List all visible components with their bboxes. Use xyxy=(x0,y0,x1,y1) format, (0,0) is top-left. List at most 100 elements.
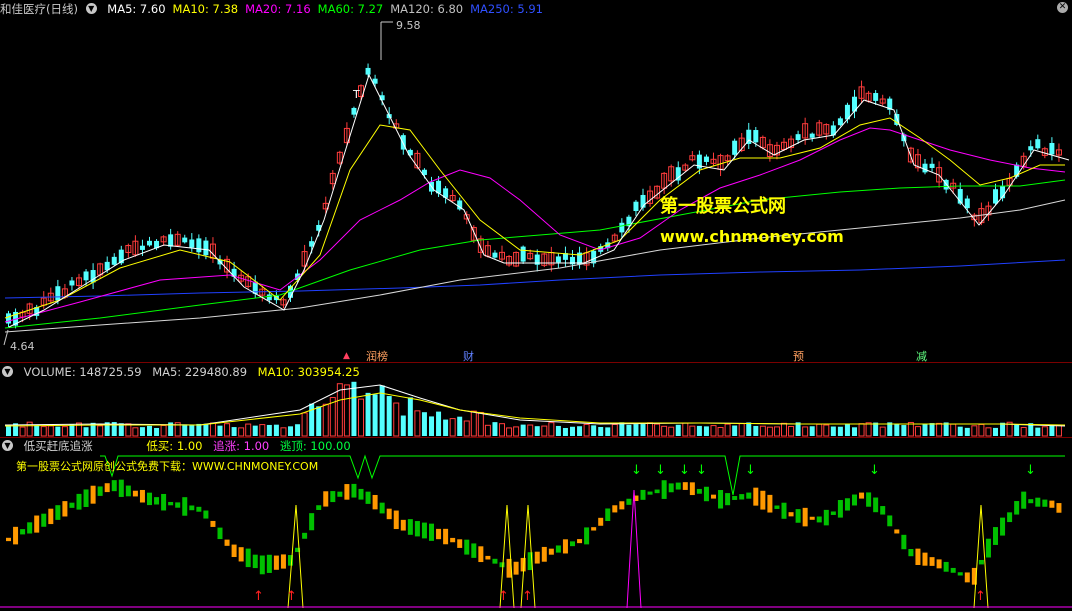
volume-bar xyxy=(647,422,654,437)
volume-bar xyxy=(661,425,668,437)
volume-bar xyxy=(429,416,434,436)
volume-bar xyxy=(436,411,442,436)
candle-body xyxy=(351,107,357,115)
indicator-bar xyxy=(584,527,590,545)
volume-bar xyxy=(936,422,943,437)
indicator-bar xyxy=(718,490,724,509)
volume-bar xyxy=(386,396,392,436)
volume-bar xyxy=(978,423,985,437)
indicator-bar xyxy=(746,492,752,499)
indicator-bar xyxy=(407,519,413,535)
volume-bar xyxy=(901,425,907,436)
indicator-bar xyxy=(485,555,491,560)
indicator-bar xyxy=(901,534,907,550)
indicator-bar xyxy=(323,491,329,507)
volume-bar xyxy=(400,415,406,436)
volume-bar xyxy=(922,423,928,436)
volume-bar xyxy=(929,423,935,436)
volume-bar xyxy=(971,425,978,437)
indicator-bar xyxy=(661,480,667,499)
indicator-bar xyxy=(344,484,350,500)
candle-body xyxy=(809,133,815,138)
chevron-down-icon[interactable]: ▼ xyxy=(2,366,13,377)
volume-bar xyxy=(343,384,350,437)
chart-canvas[interactable]: ↑ ↑ ↑ ↑ ↑ ↓ ↓ ↓ ↓ ↓ ↓ ↓ xyxy=(0,0,1072,611)
volume-bar xyxy=(985,427,992,437)
volume-bar xyxy=(147,425,152,436)
indicator-bar xyxy=(1056,503,1062,513)
volume-bar xyxy=(914,426,921,437)
indicator-bar xyxy=(118,479,124,497)
watermark-title: 第一股票公式网 xyxy=(660,196,786,217)
volume-bar xyxy=(34,424,40,436)
indicator-bar xyxy=(90,485,96,504)
volume-ma10: MA10: 303954.25 xyxy=(257,365,360,379)
volume-bar xyxy=(477,411,484,437)
down-arrow-icon: ↓ xyxy=(869,463,880,478)
indicator-bar xyxy=(513,561,519,575)
volume-bar xyxy=(196,423,202,436)
volume-bar xyxy=(964,427,970,436)
indicator-bar xyxy=(598,517,604,526)
volume-bar xyxy=(266,424,272,436)
indicator-bar xyxy=(266,554,272,573)
up-arrow-icon: ↑ xyxy=(498,589,509,604)
indicator-bar xyxy=(985,538,991,558)
volume-bar xyxy=(1000,422,1006,436)
candle-body xyxy=(520,246,526,262)
volume-bar xyxy=(788,425,795,437)
volume-bar xyxy=(583,423,590,437)
event-marker-up[interactable]: ▲ xyxy=(343,351,350,361)
volume-bar xyxy=(463,420,470,437)
chevron-down-icon[interactable]: ▼ xyxy=(2,440,13,451)
indicator-bar xyxy=(781,502,787,519)
volume-bar xyxy=(139,427,145,436)
volume-bar xyxy=(654,423,661,437)
up-arrow-icon: ↑ xyxy=(522,589,533,604)
indicator-bar xyxy=(55,505,61,520)
candle-body xyxy=(69,280,75,286)
indicator-bar xyxy=(76,493,82,510)
volume-bar xyxy=(577,426,583,436)
indicator-bar xyxy=(48,508,54,525)
volume-bar xyxy=(570,426,575,436)
volume-bar xyxy=(534,426,540,436)
indicator-bar xyxy=(964,572,970,583)
volume-bar xyxy=(421,412,427,436)
volume-bar xyxy=(125,423,132,437)
volume-bar xyxy=(823,424,830,437)
indicator-bar xyxy=(570,541,575,547)
indicator-title: 低买赶底追涨 xyxy=(23,439,93,453)
indicator-bar xyxy=(788,512,794,517)
indicator-bar xyxy=(273,555,279,570)
volume-bar xyxy=(611,423,618,437)
volume-bar xyxy=(591,425,597,436)
indicator-bar xyxy=(929,557,935,566)
volume-bar xyxy=(1049,424,1055,436)
indicator-bar xyxy=(852,494,857,506)
indicator-bar xyxy=(182,497,188,516)
indicator-bar xyxy=(457,539,463,548)
up-arrow-icon: ↑ xyxy=(253,589,264,604)
indicator-bar xyxy=(908,549,914,557)
volume-bar xyxy=(759,425,766,437)
volume-bar xyxy=(280,427,287,437)
indicator-bar xyxy=(147,492,152,506)
indicator-bar xyxy=(125,485,131,497)
candle-body xyxy=(929,163,935,168)
volume-bar xyxy=(1035,427,1041,436)
volume-bar xyxy=(773,426,780,437)
indicator-bar xyxy=(696,488,702,494)
down-arrow-icon: ↓ xyxy=(745,463,756,478)
indicator-bar xyxy=(591,527,597,531)
indicator-bar xyxy=(753,487,759,506)
indicator-bar xyxy=(372,494,378,510)
candle-body xyxy=(111,256,117,265)
indicator-bar xyxy=(873,497,879,513)
indicator-bar xyxy=(1000,517,1006,536)
indicator-bar xyxy=(450,537,456,543)
volume-bar xyxy=(1014,424,1020,436)
indicator-bar xyxy=(647,491,653,495)
volume-bar xyxy=(336,383,343,437)
escape-label: 逃顶: 100.00 xyxy=(279,439,351,453)
